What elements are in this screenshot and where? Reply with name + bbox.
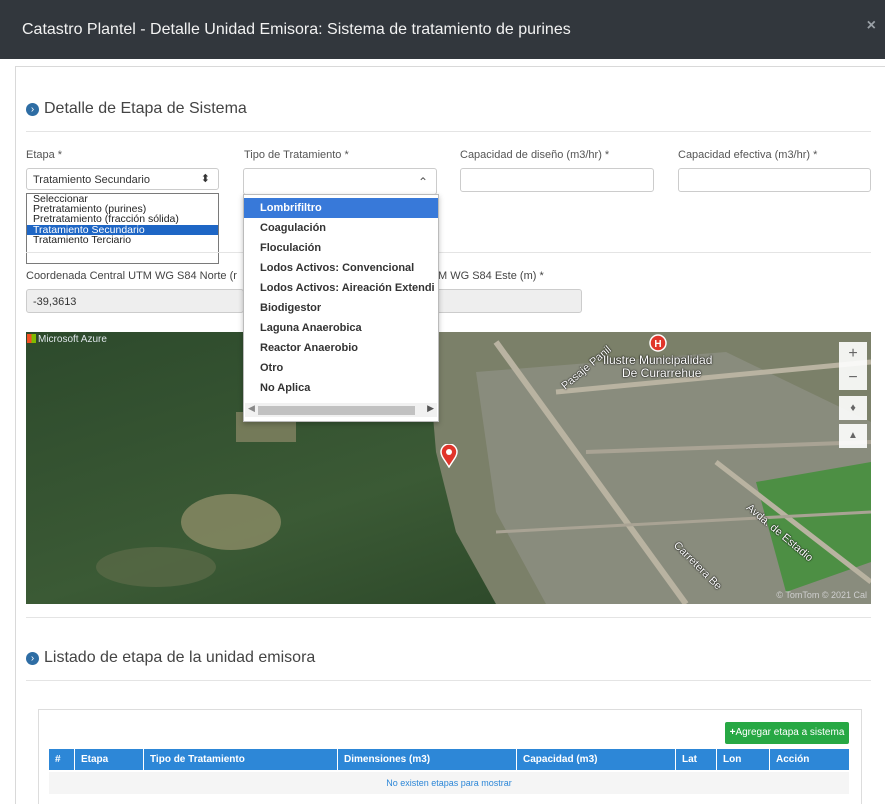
table-header: # Etapa Tipo de Tratamiento Dimensiones … bbox=[49, 749, 849, 770]
close-icon[interactable]: × bbox=[867, 17, 876, 35]
capacidad-diseno-input[interactable] bbox=[460, 168, 654, 192]
column-header[interactable]: Lat bbox=[676, 749, 717, 770]
column-header[interactable]: # bbox=[49, 749, 75, 770]
add-etapa-button[interactable]: +Agregar etapa a sistema bbox=[725, 722, 849, 744]
scrollbar-thumb[interactable] bbox=[258, 406, 415, 415]
tipo-tratamiento-label: Tipo de Tratamiento * bbox=[244, 149, 349, 161]
microsoft-logo-icon bbox=[27, 334, 36, 343]
etapa-label: Etapa * bbox=[26, 149, 63, 161]
utm-norte-value: -39,3613 bbox=[33, 296, 77, 308]
column-header[interactable]: Etapa bbox=[75, 749, 144, 770]
etapa-select-value: Tratamiento Secundario bbox=[33, 174, 150, 186]
compass-button[interactable]: ♦ bbox=[839, 396, 867, 420]
empty-table-message: No existen etapas para mostrar bbox=[49, 772, 849, 794]
tipo-option[interactable]: No Aplica bbox=[244, 378, 438, 398]
map[interactable]: Microsoft Azure Pasaje Panil Ilustre Mun… bbox=[26, 332, 871, 604]
capacidad-diseno-label: Capacidad de diseño (m3/hr) * bbox=[460, 149, 610, 161]
chevron-right-icon: › bbox=[26, 103, 39, 116]
column-header[interactable]: Acción bbox=[770, 749, 849, 770]
column-header[interactable]: Tipo de Tratamiento bbox=[144, 749, 338, 770]
scroll-left-icon[interactable]: ◀ bbox=[248, 403, 255, 414]
tilt-button[interactable]: ▲ bbox=[839, 424, 867, 448]
tipo-tratamiento-select[interactable]: ⌃ bbox=[243, 168, 437, 195]
map-imagery bbox=[26, 332, 871, 604]
section-listado-heading: › Listado de etapa de la unidad emisora bbox=[26, 649, 315, 667]
map-pin-icon[interactable] bbox=[440, 444, 458, 468]
tipo-option[interactable]: Floculación bbox=[244, 238, 438, 258]
capacidad-efectiva-label: Capacidad efectiva (m3/hr) * bbox=[678, 149, 818, 161]
utm-norte-label: Coordenada Central UTM WG S84 Norte (r bbox=[26, 270, 237, 282]
tipo-option[interactable]: Coagulación bbox=[244, 218, 438, 238]
map-copyright: © TomTom © 2021 Cal bbox=[776, 590, 867, 600]
column-header[interactable]: Dimensiones (m3) bbox=[338, 749, 517, 770]
modal-title: Catastro Plantel - Detalle Unidad Emisor… bbox=[22, 21, 571, 38]
tipo-option[interactable]: Biodigestor bbox=[244, 298, 438, 318]
divider bbox=[26, 131, 871, 132]
map-label-municipalidad-2: De Curarrehue bbox=[622, 366, 702, 380]
utm-este-label: M WG S84 Este (m) * bbox=[438, 270, 544, 282]
utm-este-input[interactable] bbox=[436, 289, 582, 313]
utm-norte-input[interactable]: -39,3613 bbox=[26, 289, 244, 313]
scroll-right-icon[interactable]: ▶ bbox=[427, 403, 434, 414]
hospital-icon: H bbox=[649, 334, 667, 352]
svg-text:H: H bbox=[654, 339, 661, 350]
tipo-tratamiento-dropdown[interactable]: Lombrifiltro Coagulación Floculación Lod… bbox=[243, 194, 439, 422]
tipo-option[interactable]: Lodos Activos: Convencional bbox=[244, 258, 438, 278]
etapa-option[interactable]: Tratamiento Terciario bbox=[27, 234, 218, 245]
add-etapa-label: Agregar etapa a sistema bbox=[735, 727, 845, 738]
tipo-option[interactable]: Reactor Anaerobio bbox=[244, 338, 438, 358]
capacidad-efectiva-input[interactable] bbox=[678, 168, 871, 192]
divider bbox=[26, 252, 871, 253]
zoom-in-button[interactable]: + bbox=[839, 342, 867, 366]
chevron-up-icon: ⌃ bbox=[417, 175, 428, 189]
dropdown-horizontal-scrollbar[interactable]: ◀ ▶ bbox=[245, 403, 437, 417]
tipo-option[interactable]: Lodos Activos: Aireación Extendi bbox=[244, 278, 438, 298]
section-detalle-title: Detalle de Etapa de Sistema bbox=[44, 100, 247, 117]
section-detalle-heading: › Detalle de Etapa de Sistema bbox=[26, 100, 247, 118]
tipo-option[interactable]: Otro bbox=[244, 358, 438, 378]
tipo-option-highlighted[interactable]: Lombrifiltro bbox=[244, 198, 438, 218]
divider bbox=[26, 680, 871, 681]
modal-header: Catastro Plantel - Detalle Unidad Emisor… bbox=[0, 0, 885, 59]
chevron-right-icon: › bbox=[26, 652, 39, 665]
etapa-select[interactable]: Tratamiento Secundario ⬍ bbox=[26, 168, 219, 190]
zoom-out-button[interactable]: − bbox=[839, 366, 867, 390]
map-label-municipalidad: Ilustre Municipalidad bbox=[603, 353, 713, 367]
map-provider-logo: Microsoft Azure bbox=[27, 334, 107, 345]
listado-panel: +Agregar etapa a sistema # Etapa Tipo de… bbox=[38, 709, 862, 804]
column-header[interactable]: Lon bbox=[717, 749, 770, 770]
map-provider-name: Microsoft Azure bbox=[38, 334, 107, 345]
column-header[interactable]: Capacidad (m3) bbox=[517, 749, 676, 770]
divider bbox=[26, 617, 871, 618]
etapa-options-list[interactable]: Seleccionar Pretratamiento (purines) Pre… bbox=[26, 193, 219, 264]
select-arrows-icon: ⬍ bbox=[200, 173, 210, 185]
tipo-option[interactable]: Laguna Anaerobica bbox=[244, 318, 438, 338]
section-listado-title: Listado de etapa de la unidad emisora bbox=[44, 649, 316, 666]
